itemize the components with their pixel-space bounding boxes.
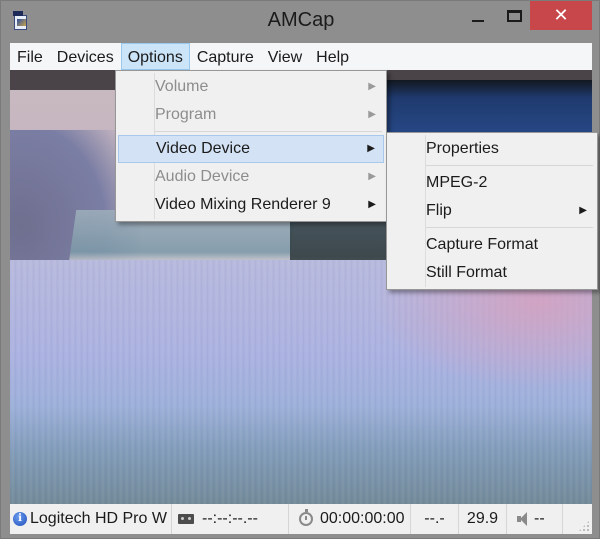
submenu-arrow-icon: ▶	[368, 171, 376, 182]
status-elapsed: 00:00:00:00	[289, 504, 411, 534]
status-dropped: --.-	[411, 504, 459, 534]
menu-item-properties[interactable]: Properties	[389, 135, 595, 163]
device-name: Logitech HD Pro W	[30, 510, 167, 527]
close-button[interactable]: ✕	[530, 1, 592, 30]
speaker-icon	[517, 512, 527, 526]
menu-item-video-device[interactable]: Video Device ▶	[118, 135, 384, 163]
status-audio: --	[507, 504, 563, 534]
minimize-icon	[472, 20, 484, 22]
stopwatch-icon	[299, 509, 313, 526]
tape-icon	[178, 514, 194, 524]
amcap-window: AMCap ✕ File Devices Options Capture Vie…	[0, 0, 600, 539]
timecode-value: --:--:--.--	[202, 510, 258, 527]
resize-grip-icon[interactable]	[578, 520, 590, 532]
maximize-button[interactable]	[499, 1, 529, 31]
menu-item-video-mixing-renderer-9[interactable]: Video Mixing Renderer 9 ▶	[118, 191, 384, 219]
submenu-arrow-icon: ▶	[367, 143, 375, 154]
menu-capture[interactable]: Capture	[190, 43, 261, 70]
menu-item-program[interactable]: Program ▶	[118, 101, 384, 129]
minimize-button[interactable]	[463, 1, 493, 31]
title-bar[interactable]: AMCap ✕	[1, 1, 600, 41]
maximize-icon	[506, 10, 522, 22]
status-bar: i Logitech HD Pro W --:--:--.-- 00:00:00…	[10, 504, 592, 534]
menu-item-audio-device[interactable]: Audio Device ▶	[118, 163, 384, 191]
menu-item-volume[interactable]: Volume ▶	[118, 73, 384, 101]
status-fps: 29.9	[459, 504, 507, 534]
submenu-arrow-icon: ▶	[579, 205, 587, 216]
menu-options[interactable]: Options	[120, 43, 190, 70]
menu-help[interactable]: Help	[309, 43, 356, 70]
video-device-submenu: Properties MPEG-2 Flip ▶ Capture Format …	[386, 132, 598, 290]
close-icon: ✕	[553, 5, 569, 26]
submenu-arrow-icon: ▶	[368, 109, 376, 120]
menu-item-still-format[interactable]: Still Format	[389, 259, 595, 287]
status-device: i Logitech HD Pro W	[10, 504, 172, 534]
menu-item-capture-format[interactable]: Capture Format	[389, 231, 595, 259]
menu-item-mpeg-2[interactable]: MPEG-2	[389, 169, 595, 197]
menu-view[interactable]: View	[261, 43, 309, 70]
submenu-arrow-icon: ▶	[368, 81, 376, 92]
elapsed-value: 00:00:00:00	[320, 510, 405, 527]
menu-bar: File Devices Options Capture View Help	[10, 43, 592, 70]
menu-devices[interactable]: Devices	[50, 43, 121, 70]
fps-value: 29.9	[466, 510, 499, 527]
status-timecode: --:--:--.--	[172, 504, 289, 534]
dropped-value: --.-	[424, 510, 445, 527]
options-dropdown-menu: Volume ▶ Program ▶ Video Device ▶ Audio …	[115, 70, 387, 222]
menu-item-flip[interactable]: Flip ▶	[389, 197, 595, 225]
info-icon: i	[13, 512, 27, 526]
submenu-arrow-icon: ▶	[368, 199, 376, 210]
menu-file[interactable]: File	[10, 43, 50, 70]
audio-value: --	[534, 510, 545, 527]
